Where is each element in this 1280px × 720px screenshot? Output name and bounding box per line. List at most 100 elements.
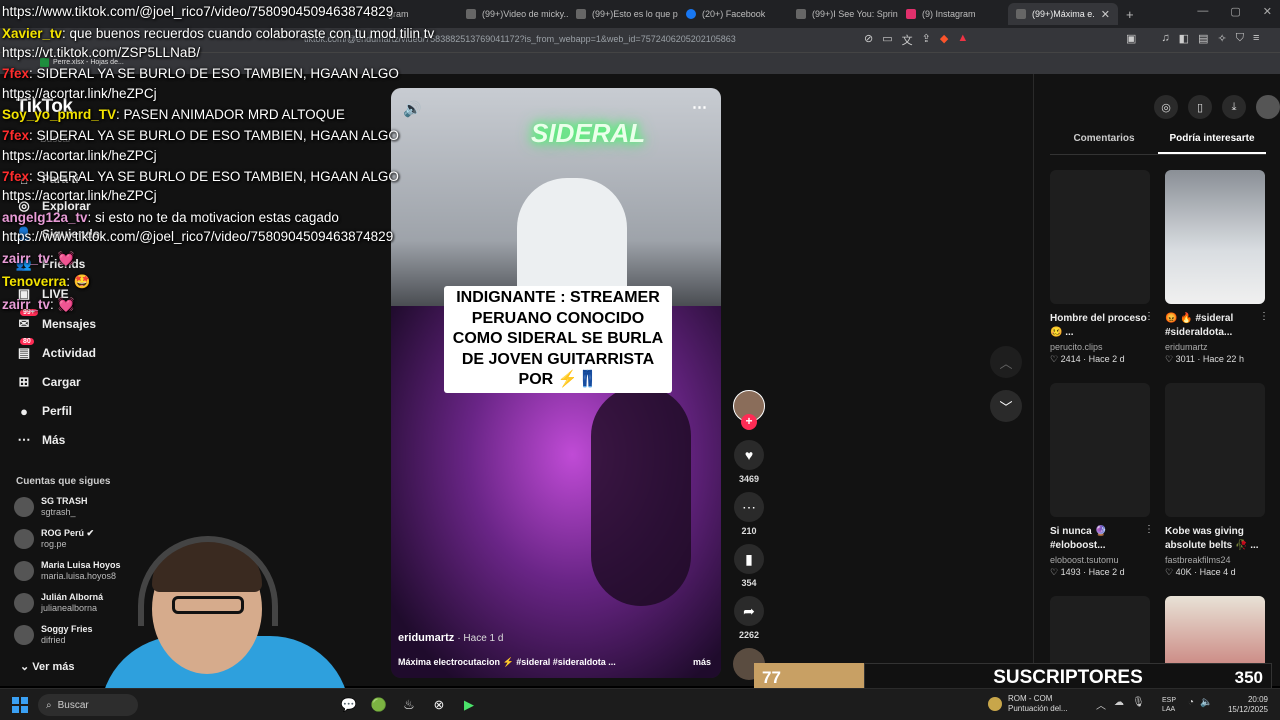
language-indicator[interactable]: ESP LAA (1162, 696, 1176, 714)
profile-icon: ● (20, 403, 28, 419)
video-player[interactable]: SIDERAL INDIGNANTE : STREAMER PERUANO CO… (391, 88, 721, 678)
share-icon[interactable]: ⇪ (922, 32, 931, 48)
close-window-icon[interactable]: ✕ (1263, 5, 1272, 18)
chat-line: 7fex: SIDERAL YA SE BURLO DE ESO TAMBIEN… (2, 66, 399, 81)
suggested-video-card[interactable]: Hombre del proceso 🥴 ... perucito.clips … (1050, 170, 1154, 365)
chat-line: https://www.tiktok.com/@joel_rico7/video… (2, 229, 394, 244)
eye-off-icon[interactable]: ⊘ (864, 32, 873, 48)
music-icon[interactable]: ♫ (1161, 32, 1169, 45)
menu-icon[interactable]: ≡ (1253, 32, 1259, 45)
taskbar-search[interactable]: ⌕ Buscar (38, 694, 138, 716)
chevron-down-icon: ﹀ (999, 399, 1013, 415)
windows-start-icon[interactable] (12, 697, 28, 713)
upload-icon: ⊞ (18, 374, 30, 389)
browser-tab[interactable]: (99+)Video de micky... (458, 3, 568, 25)
like-button[interactable]: ♥ 3469 (732, 440, 766, 484)
more-link[interactable]: más (693, 657, 711, 667)
user-avatar[interactable] (1256, 95, 1280, 119)
maximize-icon[interactable]: ▢ (1230, 5, 1240, 18)
nav-upload[interactable]: ⊞ Cargar (16, 374, 81, 390)
rewards-icon[interactable]: ▲ (957, 32, 968, 48)
previous-video-button[interactable]: ︿ (990, 346, 1022, 378)
side-panel: ◎ ▯ ⤓ Comentarios Podría interesarte Hom… (1033, 74, 1280, 720)
compass-icon[interactable]: ◎ (1154, 95, 1178, 119)
tiktok-favicon-icon (1016, 9, 1026, 19)
network-icon[interactable]: ☁ (1114, 697, 1124, 712)
chevron-up-icon[interactable]: ︿ (1096, 697, 1106, 712)
facebook-favicon-icon (686, 9, 696, 19)
more-icon: ⋯ (17, 432, 31, 447)
screen-icon[interactable]: ▭ (882, 32, 892, 48)
video-more-icon[interactable]: ⋯ (692, 98, 707, 116)
mic-icon[interactable]: 🎙 (1132, 697, 1145, 712)
followed-account[interactable]: SG TRASH sgtrash_ (14, 496, 88, 518)
share-button[interactable]: ➦ 2262 (732, 596, 766, 640)
nav-more[interactable]: ⋯ Más (16, 432, 66, 448)
chat-line: https://acortar.link/heZPCj (2, 148, 157, 163)
card-more-icon[interactable]: ⋮ (1259, 311, 1269, 322)
avatar (14, 593, 34, 613)
see-more-button[interactable]: ⌄ Ver más (20, 660, 74, 673)
browser-tab[interactable]: (20+) Facebook (678, 3, 788, 25)
tab-suggested[interactable]: Podría interesarte (1158, 128, 1266, 154)
obs-icon[interactable]: 🟢 (370, 696, 388, 714)
chat-line: zairr_tv: 💓 (2, 251, 75, 266)
browser-tab[interactable]: (9) Instagram (898, 3, 1008, 25)
chat-line: https://acortar.link/heZPCj (2, 188, 157, 203)
minimize-icon[interactable]: — (1197, 5, 1208, 18)
chat-line: zairr_tv: 💓 (2, 297, 75, 312)
system-tray: ︿ ☁ 🎙 (1096, 697, 1145, 712)
card-more-icon[interactable]: ⋮ (1144, 311, 1154, 322)
media-thumbnail-icon (988, 697, 1002, 711)
messages-icon: ✉ 99+ (16, 309, 38, 332)
follow-plus-icon[interactable]: + (741, 414, 757, 430)
browser-tab[interactable]: (99+)I See You: Spring... (788, 3, 898, 25)
next-video-button[interactable]: ﹀ (990, 390, 1022, 422)
suggested-video-card[interactable]: Si nunca 🔮 #eloboost... eloboost.tsutomu… (1050, 383, 1154, 578)
download-icon[interactable]: ⤓ (1222, 95, 1246, 119)
phone-icon[interactable]: ▯ (1188, 95, 1212, 119)
panel-icon[interactable]: ◧ (1179, 32, 1189, 45)
vpn-icon[interactable]: ⛉ (1236, 32, 1244, 45)
browser-tab[interactable]: (99+)Esto es lo que pa... (568, 3, 678, 25)
new-tab-button[interactable]: + (1118, 3, 1142, 25)
steam-icon[interactable]: ♨ (400, 696, 418, 714)
ai-icon[interactable]: ✧ (1217, 32, 1226, 45)
brave-shield-icon[interactable]: ◆ (940, 32, 948, 48)
suggested-video-card[interactable]: Kobe was giving absolute belts 🥀 ... fas… (1165, 383, 1265, 578)
nav-messages[interactable]: ✉ 99+ Mensajes (16, 309, 96, 332)
tab-comments[interactable]: Comentarios (1050, 128, 1158, 154)
followed-account[interactable]: ROG Perú ✔ rog.pe (14, 528, 94, 550)
browser-tab-active[interactable]: (99+)Máxima e... ✕ (1008, 3, 1118, 25)
discord-icon[interactable]: 💬 (340, 696, 358, 714)
window-controls: — ▢ ✕ (1197, 5, 1272, 18)
panel-toolbar: ◎ ▯ ⤓ (1154, 95, 1280, 119)
media-widget[interactable]: ROM - COM Puntuación del... (988, 694, 1068, 714)
taskbar-clock[interactable]: 20:09 15/12/2025 (1224, 695, 1268, 715)
comment-button[interactable]: ⋯ 210 (732, 492, 766, 536)
suggested-video-card[interactable]: 😡 🔥 #sideral #sideraldota... eridumartz … (1165, 170, 1269, 365)
close-tab-icon[interactable]: ✕ (1101, 8, 1110, 21)
wifi-icon[interactable]: ◔ (1188, 697, 1194, 708)
followed-account[interactable]: Julián Alborná julianealborna (14, 592, 103, 614)
tiktok-favicon-icon (466, 9, 476, 19)
subscriber-goal: 350 (1234, 668, 1263, 687)
followed-account[interactable]: Soggy Fries difried (14, 624, 93, 646)
nav-activity[interactable]: ▤ 80 Actividad (16, 338, 96, 361)
nav-profile[interactable]: ● Perfil (16, 403, 72, 419)
volume-icon[interactable]: 🔊 (403, 100, 422, 118)
neon-sign: SIDERAL (531, 118, 646, 148)
media-app-icon[interactable]: ▶ (460, 696, 478, 714)
browser-icon[interactable]: ⊗ (430, 696, 448, 714)
wallet-icon[interactable]: ▤ (1198, 32, 1208, 45)
share-arrow-icon: ➦ (734, 596, 764, 626)
sidebar-icon[interactable]: ▣ (1126, 32, 1136, 45)
chat-line: https://www.tiktok.com/@joel_rico7/video… (2, 4, 394, 19)
taskbar-apps: 💬 🟢 ♨ ⊗ ▶ (340, 696, 478, 714)
volume-icon[interactable]: 🔈 (1200, 697, 1212, 708)
card-more-icon[interactable]: ⋮ (1144, 524, 1154, 535)
translate-icon[interactable]: 文 (902, 32, 913, 48)
chat-line: 7fex: SIDERAL YA SE BURLO DE ESO TAMBIEN… (2, 128, 399, 143)
video-author[interactable]: eridumartz · Hace 1 d (398, 632, 503, 644)
save-button[interactable]: ▮ 354 (732, 544, 766, 588)
